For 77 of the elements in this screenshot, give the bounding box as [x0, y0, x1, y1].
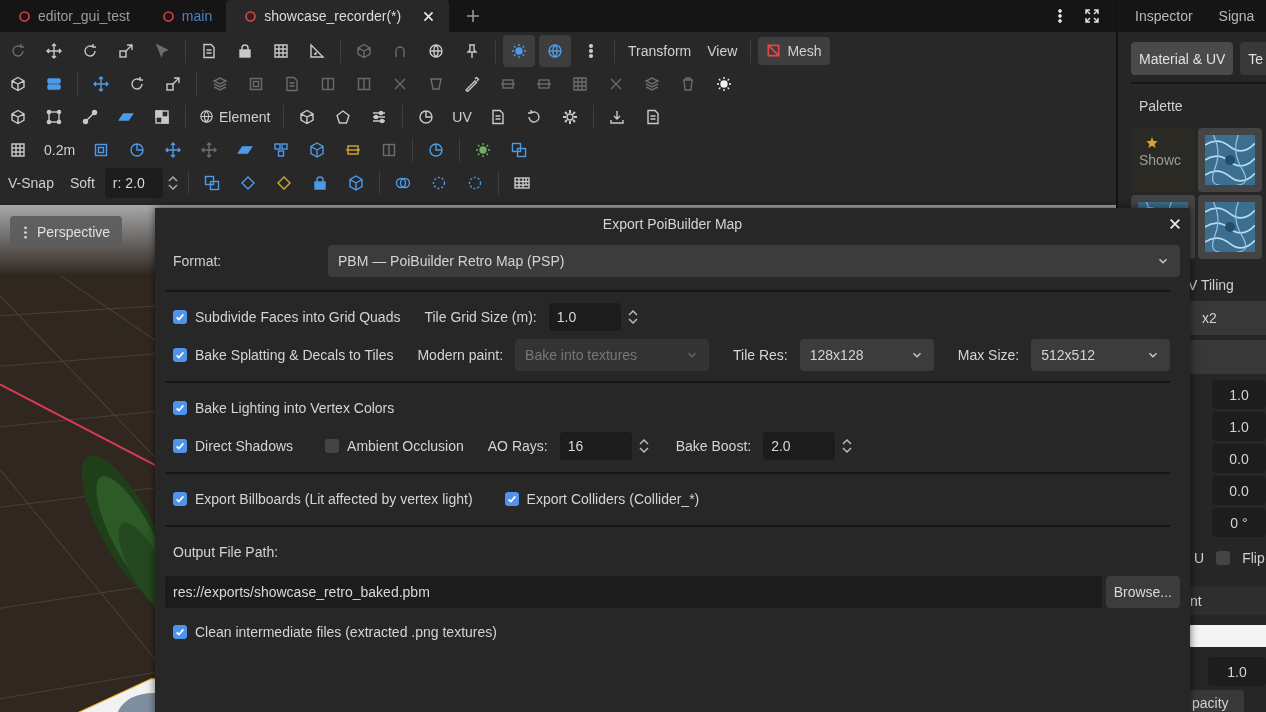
number-field[interactable]: 1.0 — [1212, 412, 1266, 441]
mode-button[interactable]: Element — [193, 102, 277, 131]
number-field[interactable]: 1.0 — [1208, 657, 1266, 686]
checkbox-label: Export Colliders (Collider_*) — [526, 491, 700, 507]
checkbox[interactable] — [173, 401, 187, 415]
toolbar-label: Soft — [68, 174, 96, 191]
format-dropdown[interactable]: PBM — PoiBuilder Retro Map (PSP) — [328, 245, 1180, 277]
editor-tab[interactable]: main — [143, 0, 227, 32]
checkbox[interactable] — [1216, 551, 1231, 565]
fullscreen-icon[interactable] — [1084, 8, 1100, 24]
dock-tab[interactable]: Inspector — [1135, 8, 1193, 24]
dialog-title: Export PoiBuilder Map — [602, 216, 743, 232]
checkbox[interactable] — [325, 439, 340, 453]
circle-icon — [18, 9, 31, 23]
globe-icon — [199, 109, 214, 124]
field-label: Output File Path: — [173, 544, 279, 560]
checkbox-label: Clean intermediate files (extracted .png textures) — [195, 624, 497, 640]
empty-field[interactable] — [1188, 340, 1266, 374]
dropdown[interactable]: 512x512 — [1031, 339, 1170, 371]
number-field[interactable]: 1.0 — [1212, 380, 1266, 409]
panel-tab[interactable]: Te — [1240, 42, 1266, 75]
checkbox-label: Flip — [1242, 550, 1265, 566]
dock-tab[interactable]: Signa — [1218, 8, 1255, 24]
path-field[interactable]: res://exports/showcase_retro_baked.pbm — [165, 576, 1102, 608]
mode-toggle[interactable]: Mesh — [758, 36, 830, 65]
number-field[interactable]: 1.0 — [548, 303, 621, 331]
checkbox-label: Ambient Occlusion — [347, 438, 464, 454]
checkbox-label: Subdivide Faces into Grid Quads — [195, 309, 401, 325]
checkbox-label: Bake Splatting & Decals to Tiles — [195, 347, 394, 363]
circle-icon — [244, 9, 258, 23]
editor-tab[interactable]: editor_gui_test — [0, 0, 144, 32]
checkbox[interactable] — [173, 625, 187, 639]
checkbox-label: Bake Lighting into Vertex Colors — [195, 400, 395, 416]
menu-button[interactable]: Transform — [622, 36, 698, 65]
toolbar-label: 0.2m — [43, 141, 77, 158]
browse-button[interactable]: Browse... — [1105, 576, 1180, 608]
close-icon[interactable] — [1168, 217, 1182, 231]
circle-icon — [161, 9, 175, 23]
checkbox[interactable] — [173, 310, 187, 324]
view-menu-button[interactable]: Perspective — [10, 216, 123, 248]
field-label: Tile Res: — [733, 347, 788, 363]
number-field[interactable]: 16 — [559, 432, 632, 460]
field-label: Format: — [172, 253, 223, 269]
section-title: Palette — [1138, 97, 1184, 116]
number-field[interactable]: 0.0 — [1212, 444, 1266, 473]
field-label: U — [1194, 550, 1205, 566]
panel-tab[interactable]: Material & UV — [1131, 42, 1234, 75]
number-field[interactable]: 0.0 — [1212, 476, 1266, 505]
add-icon[interactable] — [465, 8, 482, 24]
palette-tile[interactable]: Showc — [1131, 128, 1195, 192]
radius-field[interactable]: r: 2.0 — [104, 167, 163, 198]
checkbox-label: Direct Shadows — [195, 438, 294, 454]
field-label: Max Size: — [957, 347, 1020, 363]
editor-tab[interactable]: showcase_recorder(*) — [226, 0, 450, 32]
checkbox[interactable] — [504, 492, 519, 506]
number-field[interactable]: 2.0 — [763, 432, 836, 460]
color-swatch[interactable] — [1188, 625, 1266, 647]
menu-button[interactable]: View — [701, 36, 744, 65]
number-field[interactable]: 0 ° — [1212, 508, 1266, 537]
globe-icon[interactable] — [539, 34, 571, 67]
section-header[interactable]: nt — [1188, 587, 1266, 615]
opacity-button[interactable]: pacity — [1188, 690, 1244, 712]
checkbox[interactable] — [173, 492, 187, 506]
toolbar-label: V-Snap — [7, 174, 55, 191]
close-icon[interactable] — [422, 9, 436, 23]
toolbar-label: UV — [451, 108, 473, 125]
checkbox[interactable] — [173, 439, 187, 453]
dropdown[interactable]: 128x128 — [799, 339, 934, 371]
field-label: Bake Boost: — [675, 438, 752, 454]
tiling-dropdown[interactable]: x2 — [1188, 301, 1266, 335]
tile-label: Showc — [1139, 152, 1183, 168]
field-label: AO Rays: — [487, 438, 548, 454]
field-label: Modern paint: — [417, 347, 504, 363]
crossed-square-icon — [766, 43, 782, 58]
checkbox[interactable] — [173, 348, 187, 362]
checkbox-label: Export Billboards (Lit affected by vertex light) — [195, 491, 473, 507]
field-label: Tile Grid Size (m): — [424, 309, 537, 325]
